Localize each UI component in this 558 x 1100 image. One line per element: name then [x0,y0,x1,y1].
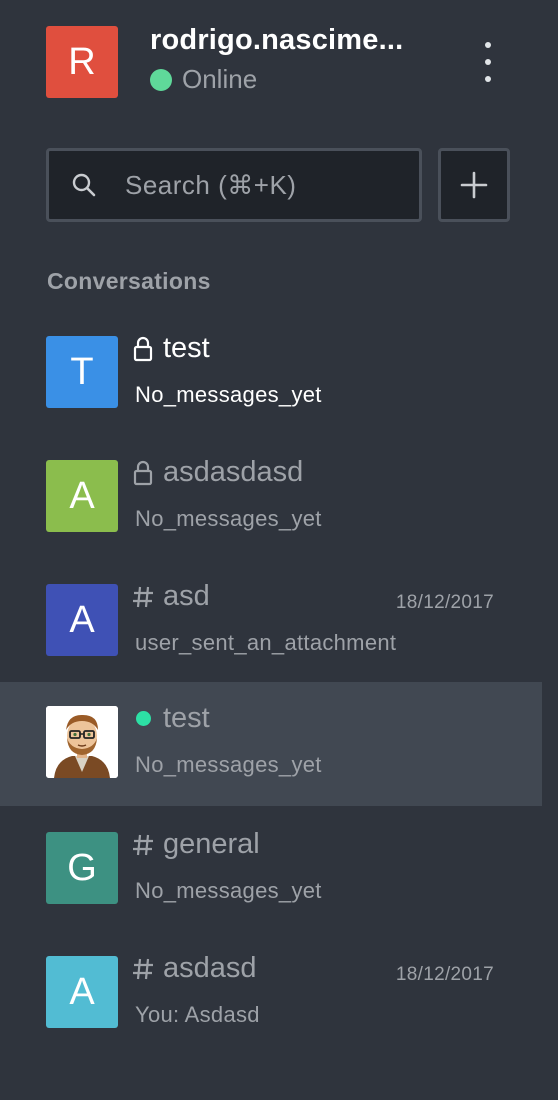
conversation-item-active[interactable]: test No_messages_yet [0,682,542,806]
avatar: G [46,832,118,904]
hash-icon [132,585,154,609]
sidebar-header: R rodrigo.nascime... Online [0,0,558,120]
conversation-name: test [163,332,210,364]
conversations-heading: Conversations [47,268,211,294]
conversation-item[interactable]: A asdasdasd No_messages_yet [0,436,542,560]
conversation-title: asd [132,580,210,613]
online-dot-icon [132,711,154,726]
more-options-icon[interactable] [474,42,502,82]
conversation-timestamp: 18/12/2017 [395,592,494,613]
conversation-last-message: No_messages_yet [135,878,322,903]
conversation-name: asd [163,580,210,612]
conversation-name: asdasdasd [163,456,304,488]
conversation-name: general [163,828,260,860]
user-avatar[interactable]: R [46,26,118,98]
lock-icon [132,336,154,362]
conversation-last-message: No_messages_yet [135,382,322,407]
lock-icon [132,460,154,486]
search-placeholder: Search (⌘+K) [125,169,297,200]
conversation-item[interactable]: T test No_messages_yet [0,312,542,436]
conversation-title: general [132,828,260,861]
sidebar: R rodrigo.nascime... Online Search (⌘+K)… [0,0,558,1100]
conversation-last-message: user_sent_an_attachment [135,630,397,655]
conversation-name: asdasd [163,952,257,984]
avatar: A [46,584,118,656]
conversation-item[interactable]: G general No_messages_yet [0,808,542,932]
conversation-title: test [132,332,210,365]
avatar: A [46,956,118,1028]
cartoon-avatar-icon [46,706,118,778]
avatar: T [46,336,118,408]
conversation-last-message: You: Asdasd [135,1002,260,1027]
conversation-item[interactable]: A asdasd 18/12/2017 You: Asdasd [0,932,542,1056]
avatar: A [46,460,118,532]
search-input[interactable]: Search (⌘+K) [46,148,422,222]
conversation-timestamp: 18/12/2017 [395,964,494,985]
plus-icon [460,171,488,199]
hash-icon [132,833,154,857]
conversation-title: asdasdasd [132,456,303,489]
status-online-dot-icon [150,68,172,91]
conversation-last-message: No_messages_yet [135,752,322,777]
avatar-photo [46,706,118,778]
conversation-item[interactable]: A asd 18/12/2017 user_sent_an_attachment [0,560,542,684]
conversation-last-message: No_messages_yet [135,506,322,531]
user-status-label: Online [182,64,258,94]
conversation-title: asdasd [132,952,257,985]
user-name[interactable]: rodrigo.nascime... [150,24,450,57]
hash-icon [132,957,154,981]
user-status[interactable]: Online [150,64,257,95]
search-icon [72,173,96,197]
conversation-name: test [163,702,210,734]
create-new-button[interactable] [438,148,510,222]
conversation-title: test [132,702,210,735]
